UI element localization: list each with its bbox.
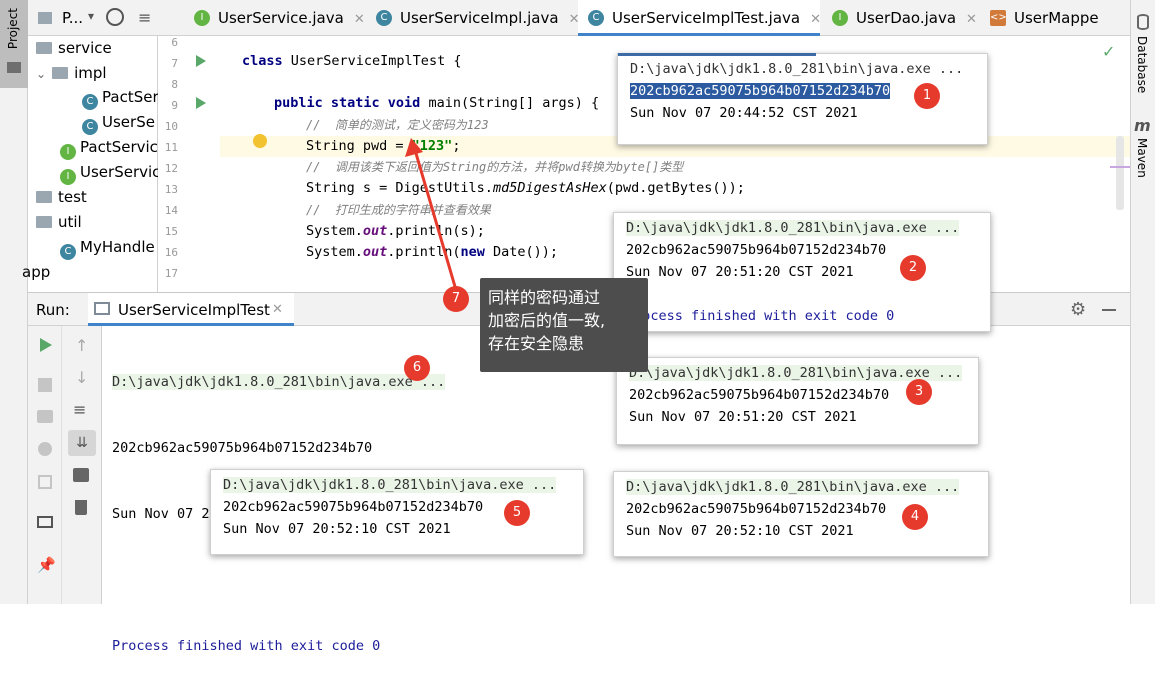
annotation-line: 同样的密码通过 — [488, 288, 601, 307]
annotation-line: 加密后的值一致, — [488, 311, 606, 330]
annotation-line: 存在安全隐患 — [488, 334, 585, 353]
console-exit-line: Process finished with exit code 0 — [112, 638, 381, 654]
annotation-callout: 同样的密码通过 加密后的值一致, 存在安全隐患 — [480, 278, 648, 372]
annotation-badge-7: 7 — [443, 286, 469, 312]
